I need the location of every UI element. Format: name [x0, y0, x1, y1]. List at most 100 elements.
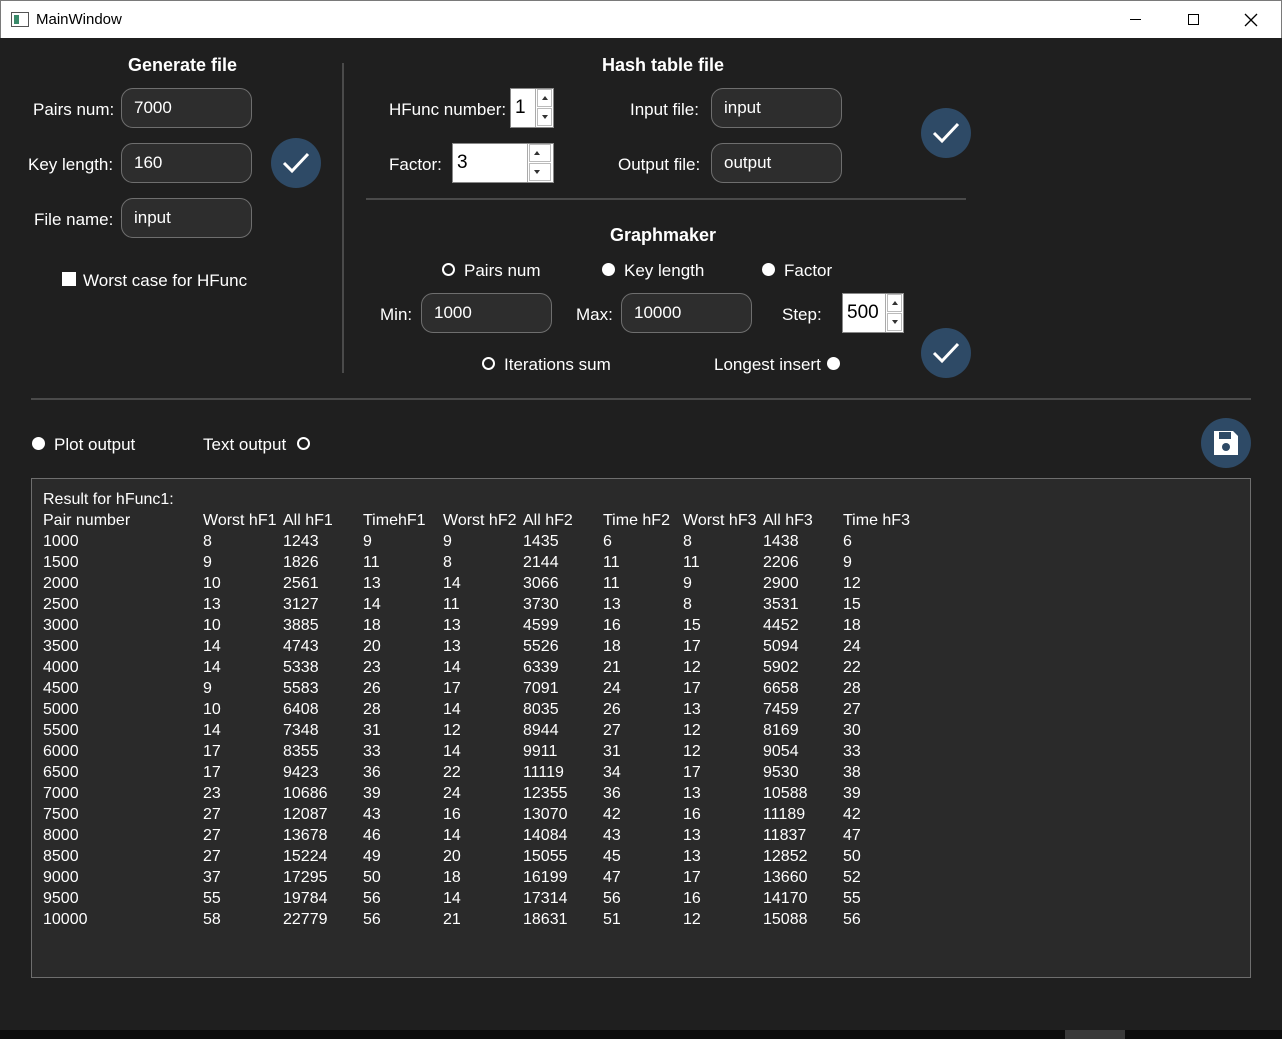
results-cell: 4743 [283, 638, 319, 655]
results-cell: 1000 [43, 533, 79, 550]
results-cell: 21 [603, 659, 621, 676]
hash-confirm-button[interactable] [921, 108, 971, 158]
factor-spinbox[interactable]: 3 [452, 143, 554, 183]
results-cell: 5094 [763, 638, 799, 655]
generate-confirm-button[interactable] [271, 138, 321, 188]
radio-pairs-num[interactable] [442, 263, 455, 276]
results-row: 4500 9 5583 26 17 7091 24 17 6658 28 [43, 678, 1239, 699]
spin-down-icon[interactable] [537, 108, 552, 126]
spin-arrows[interactable] [885, 294, 903, 332]
results-cell: 17 [683, 764, 701, 781]
hfunc-number-label: HFunc number: [389, 100, 507, 119]
min-label: Min: [380, 305, 413, 324]
bottom-scrollbar[interactable] [0, 1030, 1282, 1039]
hash-table-heading: Hash table file [602, 55, 725, 75]
results-cell: 4000 [43, 659, 79, 676]
close-button[interactable] [1222, 1, 1280, 38]
results-cell: 8035 [523, 701, 559, 718]
minimize-button[interactable] [1106, 1, 1164, 38]
results-cell: 9911 [523, 743, 558, 760]
save-icon [1214, 431, 1238, 455]
input-file-input[interactable]: input [711, 88, 842, 128]
spin-up-icon[interactable] [887, 294, 902, 312]
radio-key-length-label: Key length [624, 261, 705, 280]
key-length-input[interactable]: 160 [121, 143, 252, 183]
min-input[interactable]: 1000 [421, 293, 552, 333]
results-row: 1000 8 1243 9 9 1435 6 8 1438 6 [43, 531, 1239, 552]
results-cell: 18 [603, 638, 621, 655]
results-cell: 2206 [763, 554, 799, 571]
results-cell: 39 [363, 785, 381, 802]
radio-text-output[interactable] [297, 437, 310, 450]
step-spinbox[interactable]: 500 [842, 293, 904, 333]
results-cell: 10 [203, 701, 221, 718]
results-cell: 3885 [283, 617, 319, 634]
results-cell: All hF1 [283, 512, 333, 529]
radio-iterations-sum[interactable] [482, 357, 495, 370]
worst-case-checkbox[interactable] [62, 272, 76, 286]
checkmark-icon [932, 122, 960, 144]
results-cell: 11 [603, 575, 620, 592]
results-cell: 14 [203, 722, 221, 739]
results-row: 5500 14 7348 31 12 8944 27 12 8169 30 [43, 720, 1239, 741]
results-cell: Time hF2 [603, 512, 670, 529]
results-cell: 15055 [523, 848, 568, 865]
results-cell: 27 [203, 848, 221, 865]
max-input[interactable]: 10000 [621, 293, 752, 333]
results-row: 9500 55 19784 56 14 17314 56 16 14170 55 [43, 888, 1239, 909]
output-file-input[interactable]: output [711, 143, 842, 183]
results-cell: 16199 [523, 869, 568, 886]
results-row: 2000 10 2561 13 14 3066 11 9 2900 12 [43, 573, 1239, 594]
results-cell: 13678 [283, 827, 328, 844]
spin-up-icon[interactable] [529, 144, 551, 162]
results-output[interactable]: Result for hFunc1: Pair number Worst hF1 A… [31, 478, 1251, 978]
radio-factor[interactable] [762, 263, 775, 276]
radio-factor-label: Factor [784, 261, 833, 280]
results-cell: 50 [363, 869, 381, 886]
results-cell: 28 [363, 701, 381, 718]
results-cell: 56 [603, 890, 621, 907]
close-icon [1244, 13, 1258, 27]
results-cell: 19784 [283, 890, 328, 907]
results-cell: 13 [203, 596, 221, 613]
results-cell: 12 [443, 722, 461, 739]
results-row: 7500 27 12087 43 16 13070 42 16 11189 42 [43, 804, 1239, 825]
spin-up-icon[interactable] [537, 89, 552, 107]
spin-arrows[interactable] [527, 144, 553, 182]
results-row: 6000 17 8355 33 14 9911 31 12 9054 33 [43, 741, 1239, 762]
factor-label: Factor: [389, 155, 442, 174]
save-button[interactable] [1201, 418, 1251, 468]
results-cell: 12 [683, 659, 701, 676]
file-name-input[interactable]: input [121, 198, 252, 238]
results-cell: 31 [603, 743, 621, 760]
radio-longest-insert[interactable] [827, 357, 840, 370]
results-cell: 8169 [763, 722, 799, 739]
results-cell: 10588 [763, 785, 808, 802]
radio-key-length[interactable] [602, 263, 615, 276]
results-cell: 2144 [523, 554, 559, 571]
results-cell: All hF3 [763, 512, 813, 529]
results-cell: 46 [363, 827, 381, 844]
hfunc-number-spinbox[interactable]: 1 [510, 88, 554, 128]
results-cell: 55 [203, 890, 221, 907]
results-cell: 12 [683, 911, 701, 928]
maximize-button[interactable] [1164, 1, 1222, 38]
results-cell: 1826 [283, 554, 319, 571]
results-cell: 8 [443, 554, 452, 571]
graph-confirm-button[interactable] [921, 328, 971, 378]
results-cell: 26 [363, 680, 381, 697]
results-cell: 27 [203, 827, 221, 844]
scrollbar-thumb[interactable] [1065, 1030, 1125, 1039]
results-cell: 24 [603, 680, 621, 697]
spin-down-icon[interactable] [529, 163, 551, 181]
pairs-num-input[interactable]: 7000 [121, 88, 252, 128]
results-cell: 5526 [523, 638, 559, 655]
results-row: 1500 9 1826 11 8 2144 11 11 2206 9 [43, 552, 1239, 573]
results-cell: 51 [603, 911, 621, 928]
spin-arrows[interactable] [535, 89, 553, 127]
results-cell: 10000 [43, 911, 88, 928]
minimize-icon [1129, 19, 1141, 21]
results-cell: 14 [363, 596, 381, 613]
radio-plot-output[interactable] [32, 437, 45, 450]
spin-down-icon[interactable] [887, 313, 902, 331]
